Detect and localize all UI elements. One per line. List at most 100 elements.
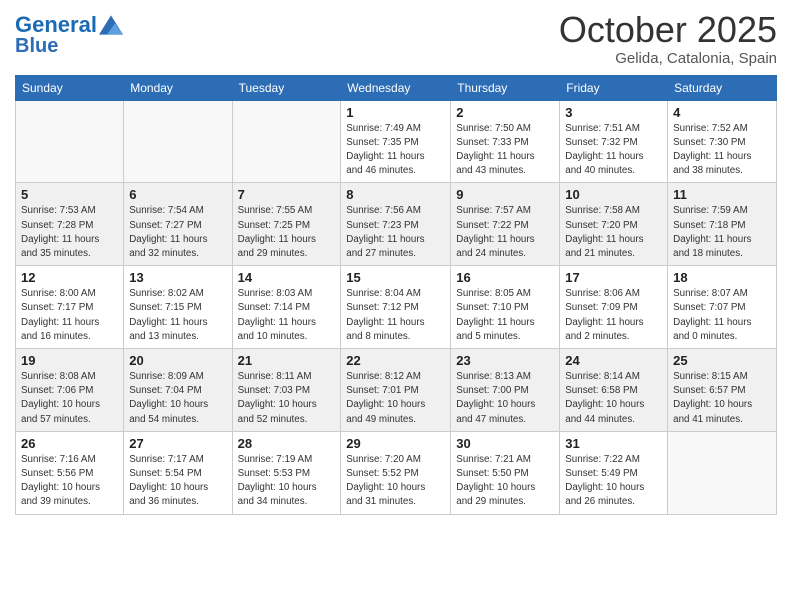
calendar-cell: 8Sunrise: 7:56 AMSunset: 7:23 PMDaylight… (341, 183, 451, 266)
day-number: 1 (346, 105, 445, 120)
day-number: 25 (673, 353, 771, 368)
logo-blue-text: Blue (15, 36, 123, 56)
calendar-cell: 27 Sunrise: 7:17 AMSunset: 5:54 PMDayligh… (124, 431, 232, 514)
day-number: 3 (565, 105, 662, 120)
day-info: Sunrise: 8:08 AMSunset: 7:06 PMDaylight:… (21, 370, 118, 427)
day-info: Sunrise: 7:19 AMSunset: 5:53 PMDaylight:… (238, 453, 336, 510)
week-row-3: 12Sunrise: 8:00 AMSunset: 7:17 PMDayligh… (16, 266, 777, 349)
logo: General Blue (15, 14, 123, 56)
day-info: Sunrise: 7:22 AMSunset: 5:49 PMDaylight:… (565, 453, 662, 510)
day-number: 10 (565, 187, 662, 202)
calendar-cell: 20 Sunrise: 8:09 AMSunset: 7:04 PMDayligh… (124, 349, 232, 432)
day-number: 27 (129, 436, 226, 451)
calendar-cell: 23Sunrise: 8:13 AMSunset: 7:00 PMDayligh… (451, 349, 560, 432)
header: General Blue October 2025 Gelida, Catalo… (15, 10, 777, 67)
calendar-cell (124, 100, 232, 183)
day-info: Sunrise: 7:54 AMSunset: 7:27 PMDaylight:… (129, 204, 226, 261)
day-number: 31 (565, 436, 662, 451)
calendar-cell: 9 Sunrise: 7:57 AMSunset: 7:22 PMDaylight… (451, 183, 560, 266)
calendar-cell: 17Sunrise: 8:06 AMSunset: 7:09 PMDayligh… (560, 266, 668, 349)
calendar-cell: 21Sunrise: 8:11 AMSunset: 7:03 PMDayligh… (232, 349, 341, 432)
weekday-header-friday: Friday (560, 75, 668, 100)
calendar-cell: 4 Sunrise: 7:52 AMSunset: 7:30 PMDaylight… (668, 100, 777, 183)
day-number: 11 (673, 187, 771, 202)
day-info: Sunrise: 7:17 AMSunset: 5:54 PMDaylight:… (129, 453, 226, 510)
week-row-4: 19 Sunrise: 8:08 AMSunset: 7:06 PMDayligh… (16, 349, 777, 432)
calendar-cell: 30Sunrise: 7:21 AMSunset: 5:50 PMDayligh… (451, 431, 560, 514)
page-container: General Blue October 2025 Gelida, Catalo… (0, 0, 792, 525)
calendar-cell: 31 Sunrise: 7:22 AMSunset: 5:49 PMDayligh… (560, 431, 668, 514)
day-number: 5 (21, 187, 118, 202)
location: Gelida, Catalonia, Spain (559, 50, 777, 67)
calendar-cell: 6 Sunrise: 7:54 AMSunset: 7:27 PMDaylight… (124, 183, 232, 266)
day-number: 20 (129, 353, 226, 368)
calendar-cell (668, 431, 777, 514)
day-number: 22 (346, 353, 445, 368)
day-info: Sunrise: 7:59 AMSunset: 7:18 PMDaylight:… (673, 204, 771, 261)
day-number: 2 (456, 105, 554, 120)
calendar-cell: 26 Sunrise: 7:16 AMSunset: 5:56 PMDayligh… (16, 431, 124, 514)
weekday-header-wednesday: Wednesday (341, 75, 451, 100)
day-number: 19 (21, 353, 118, 368)
calendar-cell: 11 Sunrise: 7:59 AMSunset: 7:18 PMDayligh… (668, 183, 777, 266)
day-number: 8 (346, 187, 445, 202)
calendar-cell: 5 Sunrise: 7:53 AMSunset: 7:28 PMDaylight… (16, 183, 124, 266)
day-info: Sunrise: 7:53 AMSunset: 7:28 PMDaylight:… (21, 204, 118, 261)
day-info: Sunrise: 7:51 AMSunset: 7:32 PMDaylight:… (565, 122, 662, 179)
week-row-5: 26 Sunrise: 7:16 AMSunset: 5:56 PMDayligh… (16, 431, 777, 514)
day-info: Sunrise: 8:11 AMSunset: 7:03 PMDaylight:… (238, 370, 336, 427)
day-info: Sunrise: 8:09 AMSunset: 7:04 PMDaylight:… (129, 370, 226, 427)
day-number: 28 (238, 436, 336, 451)
calendar-cell: 15 Sunrise: 8:04 AMSunset: 7:12 PMDayligh… (341, 266, 451, 349)
day-info: Sunrise: 7:55 AMSunset: 7:25 PMDaylight:… (238, 204, 336, 261)
calendar-cell (16, 100, 124, 183)
day-info: Sunrise: 7:57 AMSunset: 7:22 PMDaylight:… (456, 204, 554, 261)
weekday-header-row: SundayMondayTuesdayWednesdayThursdayFrid… (16, 75, 777, 100)
day-number: 23 (456, 353, 554, 368)
day-number: 29 (346, 436, 445, 451)
day-number: 4 (673, 105, 771, 120)
calendar-cell: 24Sunrise: 8:14 AMSunset: 6:58 PMDayligh… (560, 349, 668, 432)
week-row-2: 5 Sunrise: 7:53 AMSunset: 7:28 PMDaylight… (16, 183, 777, 266)
calendar-cell: 22 Sunrise: 8:12 AMSunset: 7:01 PMDayligh… (341, 349, 451, 432)
calendar-cell: 18 Sunrise: 8:07 AMSunset: 7:07 PMDayligh… (668, 266, 777, 349)
day-number: 15 (346, 270, 445, 285)
day-number: 9 (456, 187, 554, 202)
day-info: Sunrise: 7:16 AMSunset: 5:56 PMDaylight:… (21, 453, 118, 510)
day-info: Sunrise: 8:07 AMSunset: 7:07 PMDaylight:… (673, 287, 771, 344)
weekday-header-saturday: Saturday (668, 75, 777, 100)
day-info: Sunrise: 8:06 AMSunset: 7:09 PMDaylight:… (565, 287, 662, 344)
month-title: October 2025 (559, 10, 777, 50)
day-info: Sunrise: 7:20 AMSunset: 5:52 PMDaylight:… (346, 453, 445, 510)
weekday-header-tuesday: Tuesday (232, 75, 341, 100)
day-info: Sunrise: 8:12 AMSunset: 7:01 PMDaylight:… (346, 370, 445, 427)
weekday-header-monday: Monday (124, 75, 232, 100)
weekday-header-thursday: Thursday (451, 75, 560, 100)
title-area: October 2025 Gelida, Catalonia, Spain (559, 10, 777, 67)
calendar-cell: 14 Sunrise: 8:03 AMSunset: 7:14 PMDayligh… (232, 266, 341, 349)
day-number: 7 (238, 187, 336, 202)
day-info: Sunrise: 8:03 AMSunset: 7:14 PMDaylight:… (238, 287, 336, 344)
calendar-cell: 7 Sunrise: 7:55 AMSunset: 7:25 PMDaylight… (232, 183, 341, 266)
day-info: Sunrise: 8:05 AMSunset: 7:10 PMDaylight:… (456, 287, 554, 344)
day-info: Sunrise: 8:15 AMSunset: 6:57 PMDaylight:… (673, 370, 771, 427)
day-number: 6 (129, 187, 226, 202)
day-number: 14 (238, 270, 336, 285)
logo-icon (99, 15, 123, 35)
calendar-cell: 25 Sunrise: 8:15 AMSunset: 6:57 PMDayligh… (668, 349, 777, 432)
day-info: Sunrise: 8:04 AMSunset: 7:12 PMDaylight:… (346, 287, 445, 344)
calendar-cell: 3 Sunrise: 7:51 AMSunset: 7:32 PMDaylight… (560, 100, 668, 183)
day-number: 26 (21, 436, 118, 451)
calendar-cell: 29 Sunrise: 7:20 AMSunset: 5:52 PMDayligh… (341, 431, 451, 514)
day-number: 12 (21, 270, 118, 285)
logo-text: General (15, 14, 97, 36)
day-number: 18 (673, 270, 771, 285)
day-number: 13 (129, 270, 226, 285)
day-info: Sunrise: 7:50 AMSunset: 7:33 PMDaylight:… (456, 122, 554, 179)
day-info: Sunrise: 8:02 AMSunset: 7:15 PMDaylight:… (129, 287, 226, 344)
day-number: 24 (565, 353, 662, 368)
day-info: Sunrise: 7:52 AMSunset: 7:30 PMDaylight:… (673, 122, 771, 179)
calendar-cell: 2 Sunrise: 7:50 AMSunset: 7:33 PMDaylight… (451, 100, 560, 183)
week-row-1: 1Sunrise: 7:49 AMSunset: 7:35 PMDaylight… (16, 100, 777, 183)
calendar-cell: 19 Sunrise: 8:08 AMSunset: 7:06 PMDayligh… (16, 349, 124, 432)
